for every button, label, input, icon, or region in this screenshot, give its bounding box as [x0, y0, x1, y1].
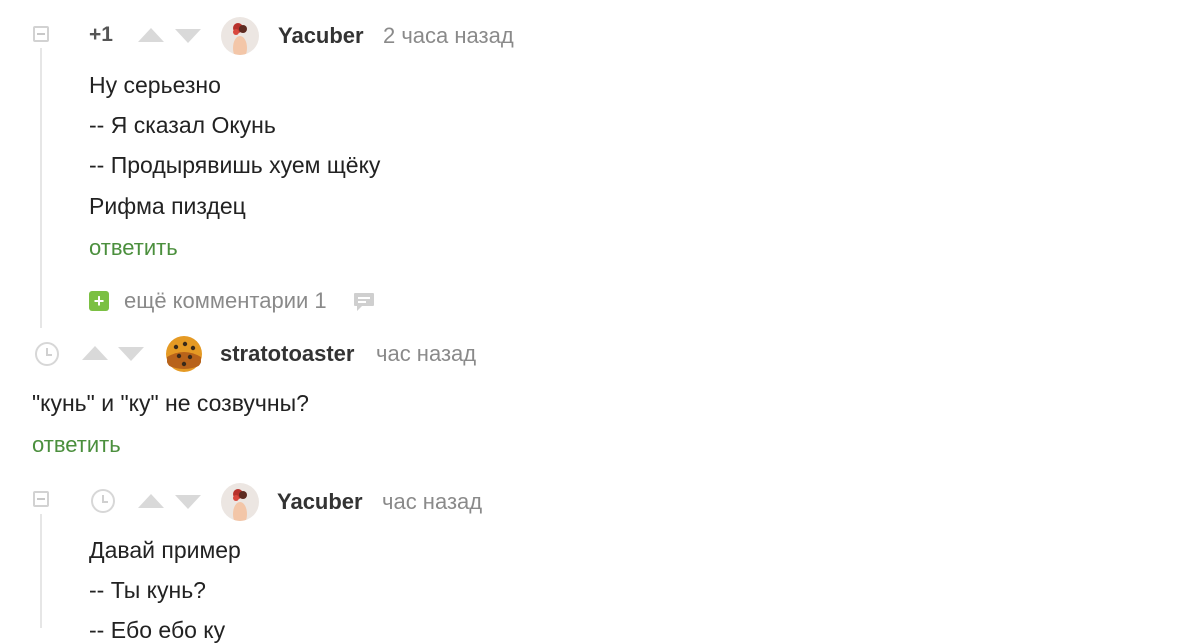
more-comments-link[interactable]: ещё комментарии 1 — [124, 288, 327, 314]
avatar[interactable] — [221, 17, 259, 55]
vote-down-icon[interactable] — [118, 347, 144, 361]
comment-text-line: Ну серьезно — [89, 72, 221, 98]
comment-bubble-icon — [354, 293, 374, 311]
comment-author[interactable]: Yacuber — [277, 489, 363, 515]
clock-icon — [91, 489, 115, 513]
avatar-image — [221, 17, 259, 55]
comment-text-line: "кунь" и "ку" не созвучны? — [32, 390, 309, 416]
comment-text-line: -- Я сказал Окунь — [89, 112, 276, 138]
plus-icon[interactable]: + — [89, 291, 109, 311]
comment-time: час назад — [382, 489, 483, 514]
comment-author[interactable]: Yacuber — [278, 23, 364, 49]
comment-text-line: Давай пример — [89, 537, 241, 563]
reply-link[interactable]: ответить — [89, 235, 178, 261]
clock-icon — [35, 342, 59, 366]
avatar[interactable] — [165, 335, 203, 373]
collapse-button[interactable] — [33, 26, 49, 42]
avatar-image — [165, 335, 203, 373]
comment-text-line: -- Ты кунь? — [89, 577, 206, 603]
comment-text-line: -- Продырявишь хуем щёку — [89, 152, 381, 178]
collapse-button[interactable] — [33, 491, 49, 507]
vote-down-icon[interactable] — [175, 495, 201, 509]
thread-branch-line — [40, 514, 42, 628]
comment-rating: +1 — [89, 23, 113, 46]
comment-author[interactable]: stratotoaster — [220, 341, 354, 367]
comment-text-line: -- Ебо ебо ку — [89, 617, 226, 643]
comment-time: 2 часа назад — [383, 23, 514, 48]
vote-up-icon[interactable] — [138, 28, 164, 42]
vote-up-icon[interactable] — [82, 346, 108, 360]
avatar-image — [221, 483, 259, 521]
thread-branch-line — [40, 48, 42, 328]
avatar[interactable] — [221, 483, 259, 521]
comment-text-line: Рифма пиздец — [89, 193, 246, 219]
reply-link[interactable]: ответить — [32, 432, 121, 458]
vote-down-icon[interactable] — [175, 29, 201, 43]
vote-up-icon[interactable] — [138, 494, 164, 508]
comment-time: час назад — [376, 341, 477, 366]
